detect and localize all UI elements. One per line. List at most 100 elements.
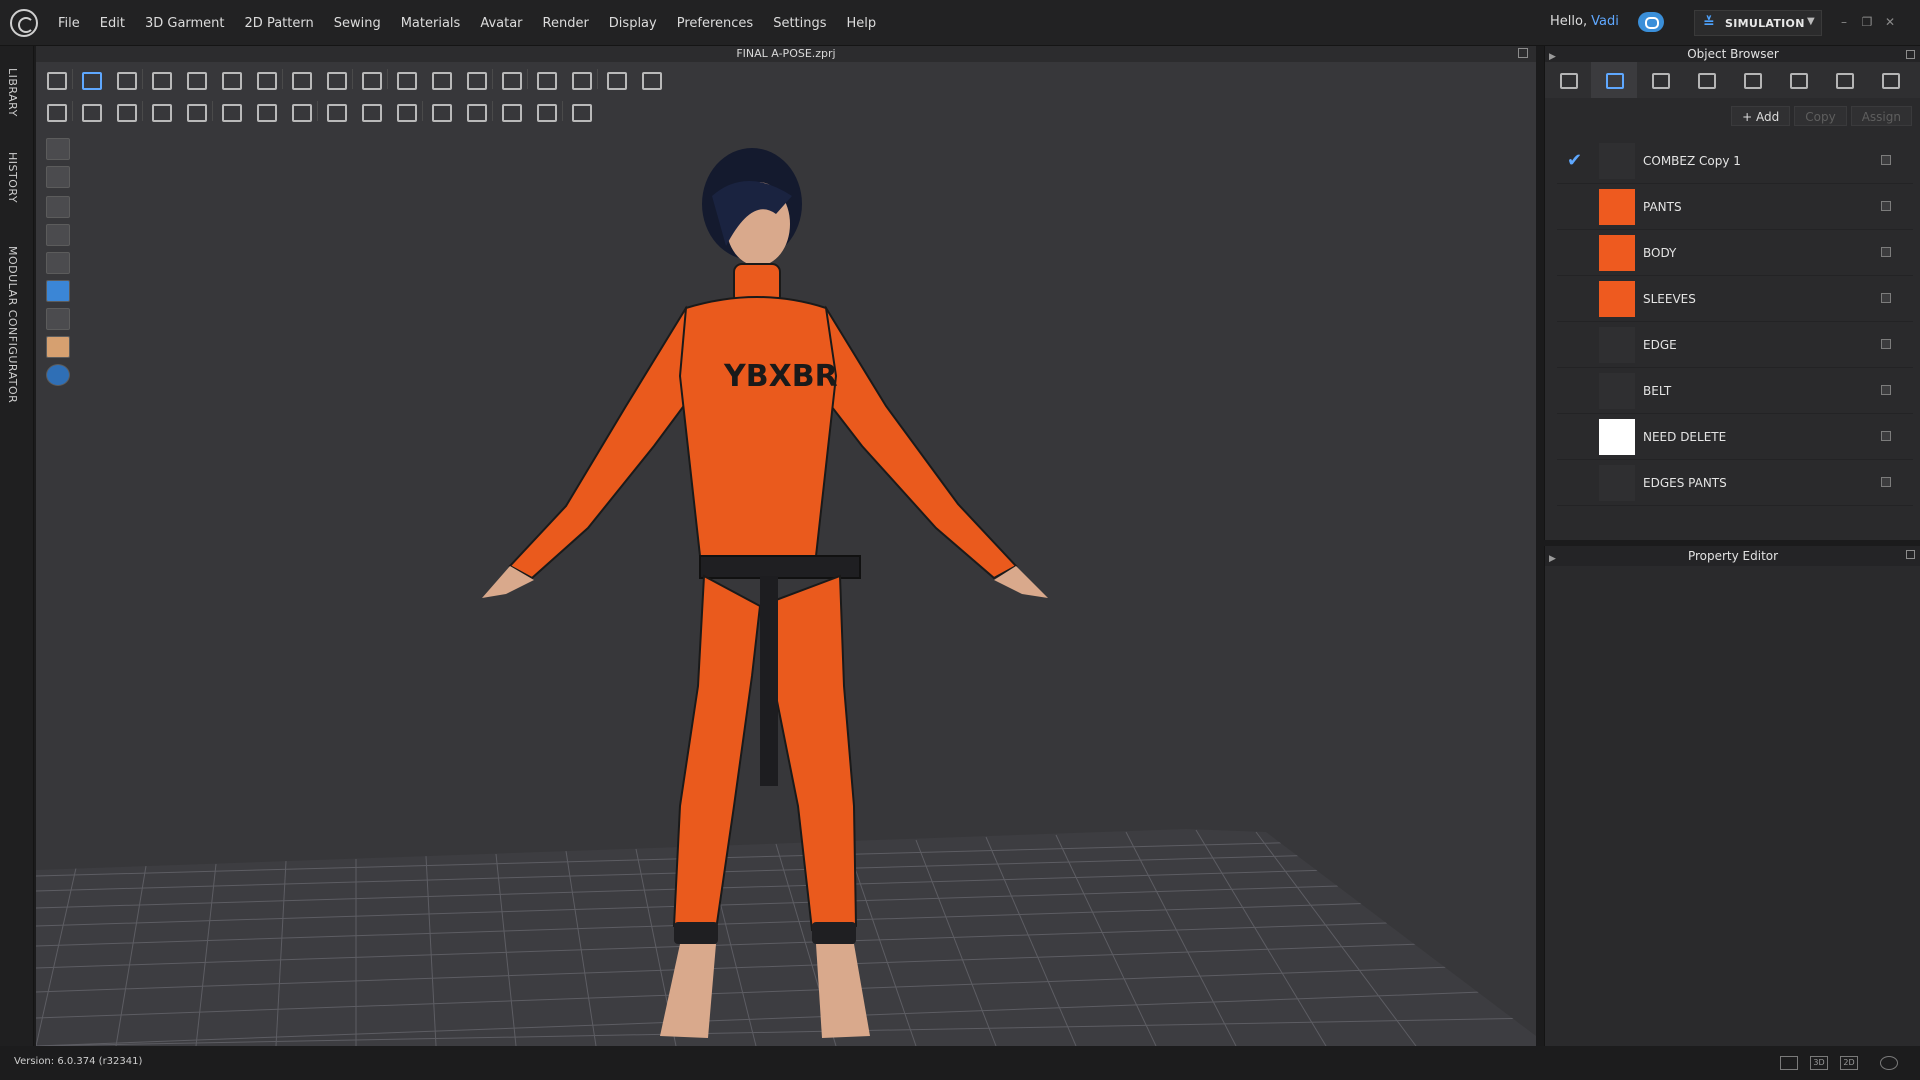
measure-tool-icon[interactable] xyxy=(567,99,593,123)
list-item[interactable]: PANTS xyxy=(1557,184,1913,230)
avatar-measure-tool-icon[interactable] xyxy=(357,67,388,91)
menu-render[interactable]: Render xyxy=(533,16,599,31)
material-options-icon[interactable] xyxy=(1881,431,1891,441)
tab-history[interactable]: HISTORY xyxy=(6,152,19,203)
puckering-tab-icon[interactable] xyxy=(1775,62,1821,98)
material-options-icon[interactable] xyxy=(1881,247,1891,257)
list-item[interactable]: BODY xyxy=(1557,230,1913,276)
avatar-render-icon[interactable] xyxy=(46,224,70,246)
app-logo-icon[interactable] xyxy=(10,9,38,37)
menu-3d-garment[interactable]: 3D Garment xyxy=(135,16,235,31)
garment-layer-icon[interactable] xyxy=(637,67,663,91)
refresh-icon[interactable] xyxy=(1880,1056,1898,1070)
restore-icon[interactable]: ❐ xyxy=(1859,14,1875,30)
material-options-icon[interactable] xyxy=(1881,201,1891,211)
fold-arrangement-tool-icon[interactable] xyxy=(182,67,208,91)
collapse-arrow-icon[interactable]: ▶ xyxy=(1549,549,1556,569)
minimize-icon[interactable]: – xyxy=(1836,14,1852,30)
tack-tool-icon[interactable] xyxy=(252,67,283,91)
pin-box-tool-icon[interactable] xyxy=(322,67,353,91)
cloud-icon[interactable] xyxy=(1638,12,1664,32)
tab-library[interactable]: LIBRARY xyxy=(6,68,19,117)
show-pattern-icon[interactable] xyxy=(46,138,70,160)
menu-file[interactable]: File xyxy=(48,16,90,31)
fold-tool-icon[interactable] xyxy=(147,67,173,91)
select-mesh-tool-icon[interactable] xyxy=(42,67,73,91)
menu-settings[interactable]: Settings xyxy=(763,16,836,31)
list-item[interactable]: ✔ COMBEZ Copy 1 xyxy=(1557,138,1913,184)
pin-tool-icon[interactable] xyxy=(287,67,313,91)
mode-selector[interactable]: ≚ SIMULATION ▼ xyxy=(1694,10,1822,36)
edit-pattern-tool-icon[interactable] xyxy=(147,99,173,123)
fabric-tab-icon[interactable] xyxy=(1591,62,1637,98)
3d-viewport[interactable]: YBXBR FINAL A-POSE.zprj xyxy=(36,46,1536,1046)
menu-preferences[interactable]: Preferences xyxy=(667,16,763,31)
trim-tool-icon[interactable] xyxy=(427,99,453,123)
skin-display-icon[interactable] xyxy=(46,336,70,358)
avatar-pose-tool-icon[interactable] xyxy=(42,99,73,123)
list-item[interactable]: BELT xyxy=(1557,368,1913,414)
list-item[interactable]: EDGES PANTS xyxy=(1557,460,1913,506)
menu-2d-pattern[interactable]: 2D Pattern xyxy=(235,16,324,31)
popout-icon[interactable] xyxy=(1906,550,1915,559)
2d-view-button[interactable]: 2D xyxy=(1840,1056,1858,1070)
material-options-icon[interactable] xyxy=(1881,339,1891,349)
sewing-tool-icon[interactable] xyxy=(182,99,213,123)
material-options-icon[interactable] xyxy=(1881,293,1891,303)
transform-graphic-tool-icon[interactable] xyxy=(112,99,143,123)
pose-tool-icon[interactable] xyxy=(497,67,528,91)
list-view-icon[interactable] xyxy=(1545,62,1591,98)
garment-fit-tool-icon[interactable] xyxy=(392,67,418,91)
material-options-icon[interactable] xyxy=(1881,155,1891,165)
expand-icon[interactable] xyxy=(1518,48,1528,58)
material-options-icon[interactable] xyxy=(1881,385,1891,395)
trim-tab-icon[interactable] xyxy=(1821,62,1867,98)
topstitch-tool-icon[interactable] xyxy=(252,99,278,123)
zipper-tab-icon[interactable] xyxy=(1867,62,1913,98)
garment-select-icon[interactable] xyxy=(602,67,628,91)
graphic-tool-icon[interactable] xyxy=(497,99,523,123)
tape-tool-icon[interactable] xyxy=(532,67,558,91)
show-garment-icon[interactable] xyxy=(46,166,70,188)
button-tab-icon[interactable] xyxy=(1637,62,1683,98)
pen-tool-icon[interactable] xyxy=(567,67,598,91)
puckering-tool-icon[interactable] xyxy=(217,99,243,123)
environment-globe-icon[interactable] xyxy=(46,364,70,386)
close-icon[interactable]: ✕ xyxy=(1882,14,1898,30)
fold-rotate-tool-icon[interactable] xyxy=(217,67,243,91)
show-avatar-icon[interactable] xyxy=(46,252,70,274)
single-view-icon[interactable] xyxy=(1780,1056,1798,1070)
colorway-tool-icon[interactable] xyxy=(532,99,563,123)
garment-render-icon[interactable] xyxy=(46,196,70,218)
texture-tool-icon[interactable] xyxy=(462,99,493,123)
transform-tool-icon[interactable] xyxy=(77,67,103,91)
arrangement-tool-icon[interactable] xyxy=(462,67,493,91)
popout-icon[interactable] xyxy=(1906,50,1915,59)
topstitch-tab-icon[interactable] xyxy=(1729,62,1775,98)
strap-tool-icon[interactable] xyxy=(427,67,453,91)
zipper-tool-icon[interactable] xyxy=(392,99,423,123)
material-options-icon[interactable] xyxy=(1881,477,1891,487)
menu-help[interactable]: Help xyxy=(837,16,887,31)
menu-avatar[interactable]: Avatar xyxy=(470,16,532,31)
fabric-tool-icon[interactable] xyxy=(287,99,318,123)
menu-sewing[interactable]: Sewing xyxy=(324,16,391,31)
list-item[interactable]: EDGE xyxy=(1557,322,1913,368)
texture-display-icon[interactable] xyxy=(46,308,70,330)
3d-view-button[interactable]: 3D xyxy=(1810,1056,1828,1070)
tab-modular-configurator[interactable]: MODULAR CONFIGURATOR xyxy=(6,246,19,403)
fabric-display-icon[interactable] xyxy=(46,280,70,302)
select-button-tool-icon[interactable] xyxy=(357,99,383,123)
menu-edit[interactable]: Edit xyxy=(90,16,135,31)
box-select-tool-icon[interactable] xyxy=(112,67,143,91)
add-button[interactable]: + Add xyxy=(1731,106,1791,126)
buttonhole-tab-icon[interactable] xyxy=(1683,62,1729,98)
user-name[interactable]: Vadi xyxy=(1591,14,1619,29)
menu-display[interactable]: Display xyxy=(599,16,667,31)
menu-materials[interactable]: Materials xyxy=(391,16,471,31)
edit-texture-tool-icon[interactable] xyxy=(77,99,103,123)
avatar-model[interactable]: YBXBR xyxy=(36,46,1536,1046)
button-tool-icon[interactable] xyxy=(322,99,348,123)
list-item[interactable]: NEED DELETE xyxy=(1557,414,1913,460)
list-item[interactable]: SLEEVES xyxy=(1557,276,1913,322)
